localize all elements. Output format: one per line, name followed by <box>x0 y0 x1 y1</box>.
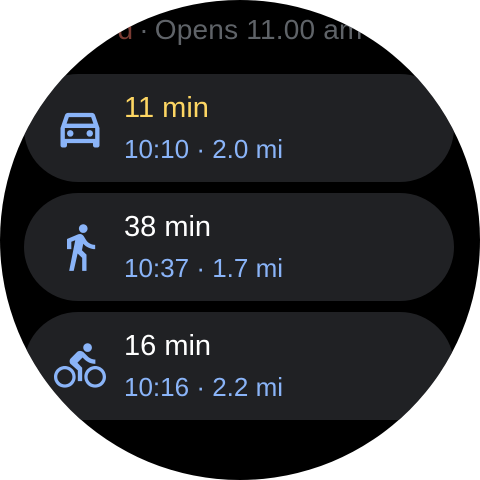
bike-icon <box>54 340 106 392</box>
arrival-time: 10:10 <box>124 134 190 164</box>
status-separator: · <box>139 14 149 45</box>
place-status: d · Opens 11.00 am <box>0 12 480 48</box>
closed-status: d <box>117 14 134 45</box>
route-details: 10:37 · 1.7 mi <box>124 251 283 285</box>
route-option-cycling[interactable]: 16 min 10:16 · 2.2 mi <box>24 312 454 420</box>
watch-screen: d · Opens 11.00 am 11 min 10:10 · 2.0 mi 3… <box>0 0 480 480</box>
opening-hours: Opens 11.00 am <box>154 14 363 45</box>
walk-icon <box>54 221 106 273</box>
route-duration: 11 min <box>124 92 209 124</box>
detail-separator: · <box>196 372 205 402</box>
arrival-time: 10:16 <box>124 372 190 402</box>
route-duration: 16 min <box>124 330 212 362</box>
route-details: 10:16 · 2.2 mi <box>124 370 283 404</box>
route-option-driving[interactable]: 11 min 10:10 · 2.0 mi <box>24 74 454 182</box>
route-duration: 38 min <box>124 211 212 243</box>
route-distance: 1.7 mi <box>212 253 284 283</box>
arrival-time: 10:37 <box>124 253 190 283</box>
route-option-walking[interactable]: 38 min 10:37 · 1.7 mi <box>24 193 454 301</box>
detail-separator: · <box>196 134 205 164</box>
route-details: 10:10 · 2.0 mi <box>124 132 283 166</box>
route-distance: 2.2 mi <box>212 372 284 402</box>
car-icon <box>54 102 106 154</box>
detail-separator: · <box>196 253 205 283</box>
route-distance: 2.0 mi <box>212 134 284 164</box>
